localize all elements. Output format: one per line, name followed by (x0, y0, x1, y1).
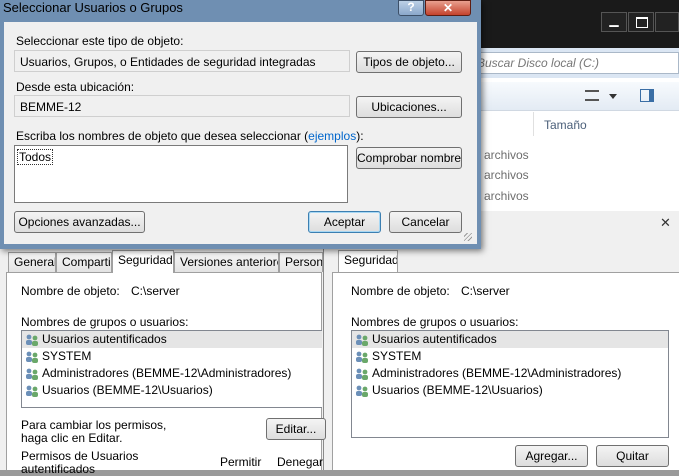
add-button[interactable]: Agregar... (515, 445, 588, 467)
list-item[interactable]: Administradores (BEMME-12\Administradore… (352, 365, 668, 382)
column-allow: Permitir (220, 455, 262, 469)
user-name: Usuarios (BEMME-12\Usuarios) (372, 383, 543, 397)
tab-compartir[interactable]: Compartir (56, 252, 112, 272)
permissions-label: Permisos de Usuarios (21, 449, 139, 463)
object-names-label: Escriba los nombres de objeto que desea … (16, 129, 364, 143)
search-input[interactable]: Buscar Disco local (C:) (470, 52, 679, 74)
users-group-icon (356, 385, 368, 397)
object-names-textarea[interactable]: Todos (14, 145, 348, 203)
close-icon[interactable]: ✕ (660, 215, 671, 231)
location-field: BEMME-12 (14, 95, 350, 117)
object-names-label-suffix: ): (356, 129, 364, 143)
search-placeholder: Buscar Disco local (C:) (477, 56, 600, 70)
user-name: Administradores (BEMME-12\Administradore… (372, 366, 622, 380)
list-item[interactable]: Usuarios (BEMME-12\Usuarios) (352, 382, 668, 399)
object-types-button[interactable]: Tipos de objeto... (356, 51, 462, 73)
explorer-row[interactable]: archivos (484, 148, 529, 162)
view-options-icon[interactable] (585, 90, 599, 101)
dialog-close-button[interactable]: ✕ (425, 0, 471, 16)
object-type-label: Seleccionar este tipo de objeto: (16, 34, 184, 48)
list-item[interactable]: Usuarios (BEMME-12\Usuarios) (22, 382, 322, 399)
users-list-right[interactable]: Usuarios autentificados SYSTEM Administr… (351, 330, 669, 438)
users-group-icon (26, 351, 38, 363)
explorer-minimize-button[interactable]: ▁ (601, 12, 627, 32)
help-icon: ? (407, 0, 415, 14)
explorer-row[interactable]: archivos (484, 168, 529, 182)
maximize-icon (636, 17, 648, 28)
user-name: Administradores (BEMME-12\Administradore… (42, 366, 292, 380)
list-item[interactable]: Usuarios autentificados (22, 331, 322, 348)
resize-grip-icon[interactable] (464, 233, 472, 241)
object-name-label: Nombre de objeto: (21, 284, 120, 298)
users-group-icon (356, 368, 368, 380)
dialog-title: Seleccionar Usuarios o Grupos (3, 0, 183, 15)
user-name: Usuarios autentificados (42, 332, 167, 346)
locations-button[interactable]: Ubicaciones... (356, 96, 462, 118)
advanced-options-button[interactable]: Opciones avanzadas... (14, 211, 145, 233)
column-header-size[interactable]: Tamaño (544, 118, 587, 132)
cancel-button[interactable]: Cancelar (389, 211, 462, 233)
users-group-icon (26, 368, 38, 380)
permissions-label: autentificados (21, 462, 96, 476)
users-group-icon (356, 351, 368, 363)
explorer-close-button[interactable] (655, 12, 679, 32)
view-dropdown-arrow-icon[interactable] (609, 94, 617, 99)
explorer-window: ▁ Buscar Disco local (C:) Tamaño archivo… (470, 0, 679, 235)
users-group-icon (356, 334, 368, 346)
groups-label: Nombres de grupos o usuarios: (21, 315, 189, 329)
list-item[interactable]: SYSTEM (352, 348, 668, 365)
list-item[interactable]: Administradores (BEMME-12\Administradore… (22, 365, 322, 382)
explorer-toolbar (470, 82, 679, 111)
close-icon: ✕ (442, 1, 454, 15)
check-names-button[interactable]: Comprobar nombres (356, 147, 462, 169)
user-name: Usuarios (BEMME-12\Usuarios) (42, 383, 213, 397)
change-permissions-hint: Para cambiar los permisos, (21, 418, 167, 432)
list-item[interactable]: Usuarios autentificados (352, 331, 668, 348)
remove-button[interactable]: Quitar (596, 445, 669, 467)
tab-seguridad-right[interactable]: Seguridad (338, 250, 398, 273)
object-name-value: C:\server (131, 284, 180, 298)
column-deny: Denegar (277, 455, 324, 469)
location-label: Desde esta ubicación: (16, 80, 135, 94)
user-name: SYSTEM (42, 349, 92, 363)
explorer-row[interactable]: archivos (484, 189, 529, 203)
object-name-label: Nombre de objeto: (351, 284, 450, 298)
help-button[interactable]: ? (398, 0, 424, 16)
ok-button[interactable]: Aceptar (308, 211, 381, 233)
groups-label: Nombres de grupos o usuarios: (351, 315, 519, 329)
user-name: SYSTEM (372, 349, 422, 363)
user-name: Usuarios autentificados (372, 332, 497, 346)
explorer-address-bar: Buscar Disco local (C:) (470, 48, 679, 78)
tab-personalizar[interactable]: Persona (279, 252, 323, 272)
explorer-maximize-button[interactable] (628, 12, 654, 32)
column-separator (533, 112, 534, 136)
tab-versiones[interactable]: Versiones anteriores (174, 252, 279, 272)
tab-seguridad[interactable]: Seguridad (112, 250, 174, 273)
object-name-value: C:\server (461, 284, 510, 298)
object-names-value: Todos (17, 149, 54, 165)
preview-pane-icon[interactable] (640, 89, 654, 102)
users-list-left[interactable]: Usuarios autentificados SYSTEM Administr… (21, 330, 322, 408)
list-item[interactable]: SYSTEM (22, 348, 322, 365)
users-group-icon (26, 385, 38, 397)
tab-general[interactable]: General (8, 252, 56, 272)
users-group-icon (26, 334, 38, 346)
edit-button[interactable]: Editar... (266, 418, 326, 440)
examples-link[interactable]: ejemplos (308, 129, 356, 143)
object-type-field: Usuarios, Grupos, o Entidades de segurid… (14, 50, 350, 72)
change-permissions-hint: haga clic en Editar. (21, 431, 123, 445)
object-names-label-text: Escriba los nombres de objeto que desea … (16, 129, 309, 143)
